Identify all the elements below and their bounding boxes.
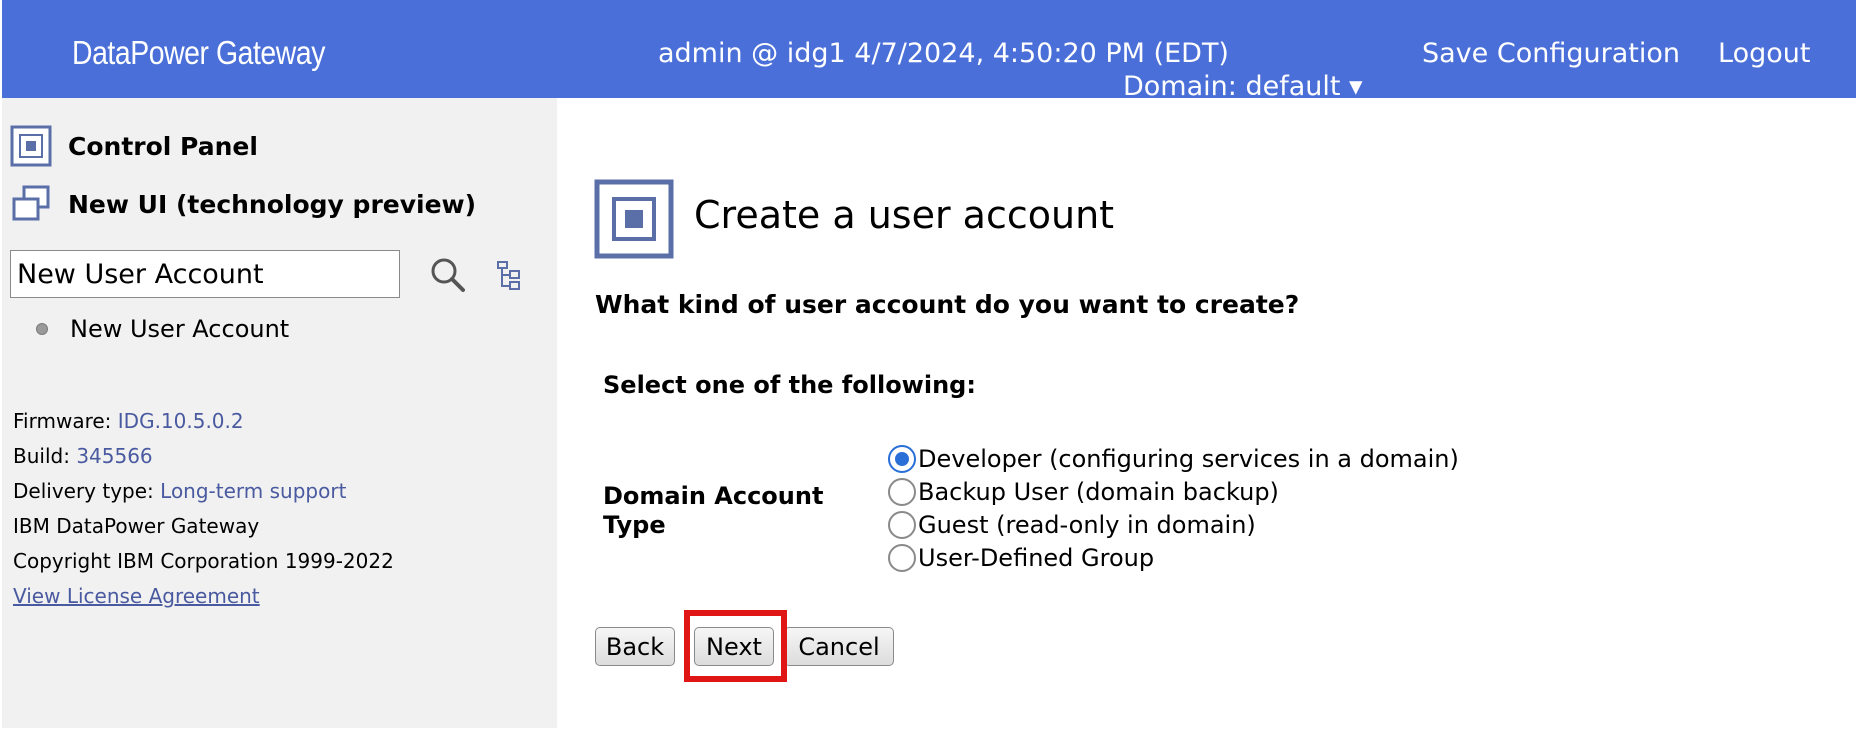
radio-label: User-Defined Group [918, 543, 1155, 572]
radio-option-guest[interactable]: Guest (read-only in domain) [888, 508, 1459, 541]
control-panel-link[interactable]: Control Panel [10, 125, 258, 167]
radio-button[interactable] [888, 444, 916, 473]
control-panel-label: Control Panel [68, 131, 258, 161]
firmware-label: Firmware: [13, 409, 112, 433]
question-heading: What kind of user account do you want to… [595, 290, 1300, 319]
windows-icon [10, 183, 52, 225]
page-title: Create a user account [694, 193, 1115, 237]
domain-selector[interactable]: Domain: default ▾ [1123, 71, 1363, 102]
brand-title: DataPower Gateway [72, 34, 325, 71]
product-name: IBM DataPower Gateway [13, 514, 260, 538]
radio-label: Backup User (domain backup) [918, 477, 1279, 506]
search-icon[interactable] [428, 256, 468, 294]
radio-button[interactable] [888, 510, 916, 539]
new-ui-label: New UI (technology preview) [68, 189, 477, 219]
next-button-highlight [684, 610, 787, 682]
radio-label: Guest (read-only in domain) [918, 510, 1256, 539]
domain-account-type-label: Domain Account Type [603, 482, 824, 539]
firmware-value: IDG.10.5.0.2 [117, 409, 244, 433]
cancel-button[interactable]: Cancel [784, 627, 894, 666]
account-type-radio-group: Developer (configuring services in a dom… [888, 442, 1459, 574]
firmware-line: Firmware: IDG.10.5.0.2 [13, 404, 394, 439]
save-configuration-link[interactable]: Save Configuration [1422, 38, 1680, 69]
radio-option-user-defined-group[interactable]: User-Defined Group [888, 541, 1459, 574]
bullet-icon [36, 323, 48, 335]
search-result-label: New User Account [70, 315, 290, 343]
session-info: admin @ idg1 4/7/2024, 4:50:20 PM (EDT) [658, 38, 1229, 69]
radio-button[interactable] [888, 477, 916, 506]
delivery-line: Delivery type: Long-term support [13, 474, 394, 509]
search-input[interactable] [10, 250, 400, 298]
sidebar: Control Panel New UI (technology preview… [2, 98, 557, 728]
top-bar: DataPower Gateway admin @ idg1 4/7/2024,… [2, 0, 1856, 102]
control-panel-icon [10, 125, 52, 167]
delivery-label: Delivery type: [13, 479, 154, 503]
build-value: 345566 [76, 444, 153, 468]
search-result-item[interactable]: New User Account [36, 315, 289, 343]
delivery-value: Long-term support [160, 479, 347, 503]
create-account-icon [594, 179, 674, 259]
radio-label: Developer (configuring services in a dom… [918, 444, 1459, 473]
select-prompt: Select one of the following: [603, 371, 976, 399]
new-ui-link[interactable]: New UI (technology preview) [10, 183, 476, 225]
firmware-info: Firmware: IDG.10.5.0.2 Build: 345566 Del… [13, 404, 394, 614]
radio-option-backup-user[interactable]: Backup User (domain backup) [888, 475, 1459, 508]
back-button[interactable]: Back [595, 627, 675, 666]
radio-button[interactable] [888, 543, 916, 572]
search-area [10, 250, 520, 298]
view-license-link[interactable]: View License Agreement [13, 584, 260, 608]
tree-view-icon[interactable] [494, 258, 524, 292]
radio-option-developer[interactable]: Developer (configuring services in a dom… [888, 442, 1459, 475]
build-line: Build: 345566 [13, 439, 394, 474]
logout-link[interactable]: Logout [1718, 38, 1810, 69]
build-label: Build: [13, 444, 70, 468]
copyright-text: Copyright IBM Corporation 1999-2022 [13, 549, 394, 573]
